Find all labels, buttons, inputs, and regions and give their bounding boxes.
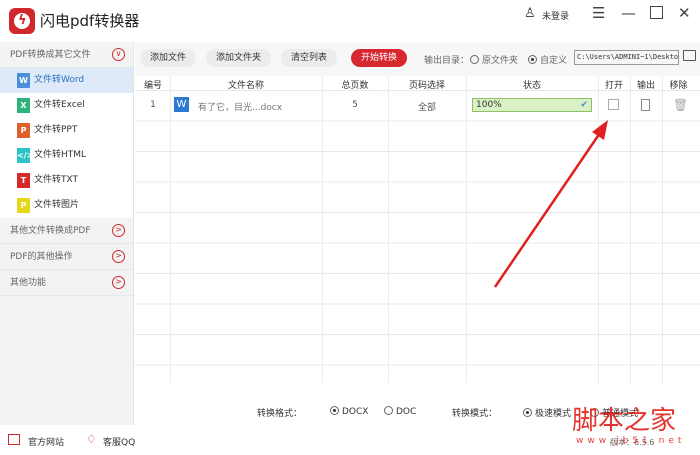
column-header: 文件名称 (227, 81, 264, 91)
sidebar-item[interactable]: P 文件转PPT (0, 118, 133, 143)
app-title: 闪电pdf转换器 (40, 12, 140, 30)
progress-text: 100% (476, 100, 502, 110)
maximize-button[interactable] (650, 6, 663, 19)
file-type-icon: T (17, 173, 30, 188)
sidebar-section-pdf-to-other[interactable]: PDF转换成其它文件 ∨ (0, 42, 133, 68)
file-type-icon: X (17, 98, 30, 113)
radio-docx[interactable]: DOCX (330, 406, 368, 417)
app-logo: ϟ (9, 8, 35, 34)
column-header: 总页数 (341, 81, 369, 91)
sidebar-item-label: 文件转TXT (34, 175, 79, 185)
chevron-right-icon: > (112, 250, 125, 263)
annotation-arrow (493, 120, 608, 288)
file-type-icon: </> (17, 148, 33, 163)
watermark: 脚本之家 (572, 406, 677, 436)
mode-label: 转换模式： (452, 409, 498, 419)
radio-fast-mode[interactable]: 极速模式 (523, 406, 571, 419)
sidebar-section-pdf-ops[interactable]: PDF的其他操作 > (0, 244, 133, 270)
section-label: PDF转换成其它文件 (10, 50, 91, 60)
open-file-icon[interactable] (608, 99, 619, 110)
column-header: 状态 (522, 81, 541, 91)
radio-custom-folder[interactable]: 自定义 (528, 53, 567, 66)
user-icon[interactable]: ♙ (524, 6, 536, 21)
file-type-icon: P (17, 123, 30, 138)
sidebar-section-other[interactable]: 其他功能 > (0, 270, 133, 296)
output-dir-label: 输出目录： (424, 56, 470, 66)
radio-label: 原文件夹 (482, 56, 519, 66)
chevron-right-icon: > (112, 276, 125, 289)
sidebar-item[interactable]: T 文件转TXT (0, 168, 133, 193)
section-label: 其他功能 (10, 278, 47, 288)
column-header: 输出 (636, 81, 655, 91)
sidebar-item[interactable]: </> 文件转HTML (0, 143, 133, 168)
sidebar-item-label: 文件转Excel (34, 100, 85, 110)
sidebar-item[interactable]: X 文件转Excel (0, 93, 133, 118)
file-type-icon: W (17, 73, 30, 88)
column-header: 编号 (143, 81, 162, 91)
word-file-icon: W (174, 97, 189, 112)
clear-list-button[interactable]: 清空列表 (281, 49, 338, 67)
qq-link[interactable]: 客服QQ (103, 435, 135, 448)
column-header: 页码选择 (408, 81, 445, 91)
watermark-url: www.jb51.net (576, 436, 686, 446)
radio-label: 自定义 (540, 56, 568, 66)
sidebar-item[interactable]: P 文件转图片 (0, 193, 133, 218)
row-number: 1 (150, 100, 156, 110)
minimize-button[interactable]: — (621, 4, 636, 22)
sidebar-item-label: 文件转图片 (34, 200, 80, 210)
add-file-button[interactable]: 添加文件 (140, 49, 197, 67)
column-divider (630, 76, 631, 383)
radio-label: DOCX (342, 407, 369, 417)
close-button[interactable]: ✕ (678, 4, 691, 22)
chevron-right-icon: > (112, 224, 125, 237)
sidebar-item-label: 文件转PPT (34, 125, 78, 135)
radio-label: DOC (396, 407, 417, 417)
sidebar: PDF转换成其它文件 ∨ W 文件转Word X 文件转Excel P 文件转PPT </> 文… (0, 42, 134, 425)
website-link[interactable]: 官方网站 (28, 435, 64, 448)
output-path-input[interactable]: C:\Users\ADMINI~1\Desktop (574, 50, 679, 65)
column-divider (466, 76, 467, 383)
sidebar-section-other-to-pdf[interactable]: 其他文件转换成PDF > (0, 218, 133, 244)
file-name: 有了它，目光...docx (198, 103, 283, 113)
website-icon (8, 434, 20, 445)
sidebar-item-label: 文件转Word (34, 75, 85, 85)
login-link[interactable]: 未登录 (542, 9, 569, 22)
page-range: 全部 (417, 103, 436, 113)
column-divider (170, 76, 171, 383)
column-header: 打开 (604, 81, 623, 91)
format-label: 转换格式： (257, 409, 303, 419)
column-divider (662, 76, 663, 383)
folder-icon[interactable] (683, 50, 696, 61)
section-label: PDF的其他操作 (10, 252, 73, 262)
export-icon[interactable] (641, 99, 650, 111)
add-folder-button[interactable]: 添加文件夹 (206, 49, 272, 67)
section-label: 其他文件转换成PDF (10, 226, 91, 236)
menu-icon[interactable]: ☰ (592, 4, 605, 22)
start-convert-button[interactable]: 开始转换 (351, 49, 408, 67)
page-count: 5 (352, 100, 358, 110)
qq-icon: ♢ (86, 432, 97, 446)
sidebar-item-label: 文件转HTML (34, 150, 87, 160)
sidebar-item[interactable]: W 文件转Word (0, 68, 133, 93)
trash-icon[interactable]: 🗑 (673, 98, 688, 112)
column-divider (322, 76, 323, 383)
radio-doc[interactable]: DOC (384, 406, 416, 417)
column-header: 移除 (669, 81, 688, 91)
radio-label: 极速模式 (535, 409, 572, 419)
radio-original-folder[interactable]: 原文件夹 (470, 53, 518, 66)
column-divider (388, 76, 389, 383)
chevron-down-icon: ∨ (112, 48, 125, 61)
file-type-icon: P (17, 198, 30, 213)
